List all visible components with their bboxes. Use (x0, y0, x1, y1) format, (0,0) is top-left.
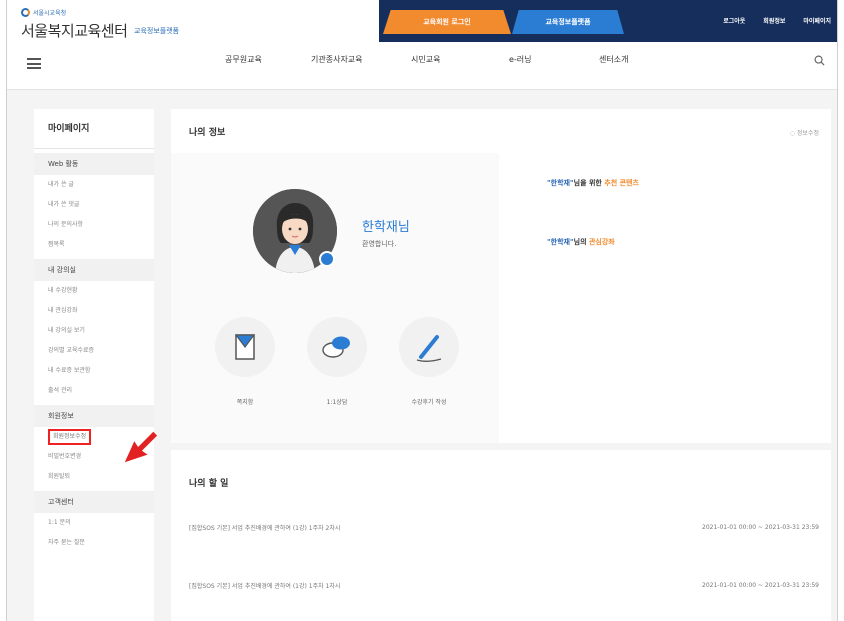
todo-row[interactable]: [집합SOS 기본] 서업 추진배경에 관하여 (1강) 1주차 2차시 202… (189, 516, 819, 538)
profile-area: 한학재님 환영합니다. 쪽지함 1:1상담 수강후기 작성 (171, 153, 499, 443)
sidebar-group-support[interactable]: 고객센터 (34, 491, 154, 513)
todo-row-date: 2021-01-01 00:00 ~ 2021-03-31 23:59 (702, 523, 819, 531)
interest-user: "한학재" (547, 238, 574, 246)
edit-info-link[interactable]: ◌ 정보수정 (790, 128, 819, 137)
todo-row-label: [집합SOS 기본] 서업 추진배경에 관하여 (1강) 1주차 1차시 (189, 582, 341, 590)
chat-bubble-icon (322, 336, 350, 358)
mypage-sidebar: 마이페이지 Web 활동 내가 쓴 글 내가 쓴 댓글 나의 문의사항 찜목록 … (34, 109, 154, 621)
recommend-area: "한학재"님을 위한 추천 콘텐츠 "한학재"님의 관심강좌 (499, 153, 831, 443)
myinfo-panel: 나의 정보 ◌ 정보수정 한학재님 환영합니다. 쪽지함 1:1상담 수강후기 … (171, 109, 831, 443)
recommend-line[interactable]: "한학재"님을 위한 추천 콘텐츠 (547, 178, 639, 188)
todo-panel: 나의 할 일 [집합SOS 기본] 서업 추진배경에 관하여 (1강) 1주차 … (171, 450, 831, 621)
interest-accent: 관심강좌 (588, 238, 615, 246)
interest-line[interactable]: "한학재"님의 관심강좌 (547, 237, 615, 247)
nav-workers[interactable]: 기관종사자교육 (311, 54, 411, 65)
quick-message-button[interactable] (215, 317, 275, 377)
sidebar-title: 마이페이지 (34, 109, 154, 149)
logo-icon (21, 8, 30, 17)
highlighted-item-label: 회원정보수정 (48, 429, 92, 445)
sidebar-group-member[interactable]: 회원정보 (34, 405, 154, 427)
recommend-accent: 추천 콘텐츠 (604, 179, 639, 187)
sidebar-item[interactable]: 내 강의실 보기 (34, 321, 154, 341)
quick-chat-button[interactable] (307, 317, 367, 377)
profile-greeting: 환영합니다. (362, 240, 397, 248)
avatar-edit-badge[interactable] (319, 251, 335, 267)
todo-row-date: 2021-01-01 00:00 ~ 2021-03-31 23:59 (702, 581, 819, 589)
search-icon[interactable] (814, 55, 825, 66)
logo-title[interactable]: 서울복지교육센터 (21, 20, 128, 41)
sidebar-item[interactable]: 내 관심강좌 (34, 301, 154, 321)
sidebar-item[interactable]: 회원탈퇴 (34, 467, 154, 487)
nav-officials[interactable]: 공무원교육 (225, 54, 311, 65)
menu-icon[interactable] (27, 58, 41, 69)
pen-icon (416, 335, 442, 362)
sidebar-item[interactable]: 내 수료증 보관함 (34, 361, 154, 381)
logo-small[interactable]: 서울시교육청 (21, 8, 66, 17)
mypage-link[interactable]: 마이페이지 (803, 16, 831, 25)
quick-label-message: 쪽지함 (236, 399, 254, 406)
nav-citizen[interactable]: 시민교육 (411, 54, 509, 65)
main-nav: 공무원교육 기관종사자교육 시민교육 e-러닝 센터소개 (225, 54, 628, 65)
todo-row-label: [집합SOS 기본] 서업 추진배경에 관하여 (1강) 1주차 2차시 (189, 524, 341, 532)
sidebar-item[interactable]: 내가 쓴 글 (34, 175, 154, 195)
recommend-user: "한학재" (547, 179, 574, 187)
edit-info-label: 정보수정 (796, 130, 819, 137)
todo-row[interactable]: [집합SOS 기본] 서업 추진배경에 관하여 (1강) 1주차 1차시 202… (189, 574, 819, 596)
profile-name: 한학재님 (362, 220, 410, 235)
quick-label-review: 수강후기 작성 (411, 399, 447, 406)
envelope-icon (234, 334, 256, 360)
logo-small-text: 서울시교육청 (33, 10, 67, 17)
todo-title: 나의 할 일 (189, 479, 229, 489)
nav-about[interactable]: 센터소개 (599, 54, 628, 65)
logout-link[interactable]: 로그아웃 (723, 16, 745, 25)
sidebar-item[interactable]: 강의별 교육수료증 (34, 341, 154, 361)
site-header: 서울시교육청 서울복지교육센터 교육정보플랫폼 교육회원 로그인 교육정보플랫폼… (7, 0, 837, 90)
sidebar-item[interactable]: 찜목록 (34, 235, 154, 255)
page-frame: 서울시교육청 서울복지교육센터 교육정보플랫폼 교육회원 로그인 교육정보플랫폼… (6, 0, 838, 621)
tab-edu-platform[interactable]: 교육정보플랫폼 (512, 10, 624, 34)
interest-mid: 님의 (573, 238, 589, 246)
quick-label-chat: 1:1상담 (326, 399, 348, 406)
settings-icon: ◌ (789, 130, 795, 137)
utility-links: 로그아웃 회원정보 마이페이지 (723, 16, 831, 25)
tab-member-login[interactable]: 교육회원 로그인 (383, 10, 511, 34)
member-info-link[interactable]: 회원정보 (763, 16, 785, 25)
sidebar-group-classroom[interactable]: 내 강의실 (34, 259, 154, 281)
logo-subtitle: 교육정보플랫폼 (134, 27, 180, 35)
nav-elearning[interactable]: e-러닝 (509, 54, 599, 65)
sidebar-item[interactable]: 나의 문의사항 (34, 215, 154, 235)
sidebar-item[interactable]: 내 수강현황 (34, 281, 154, 301)
sidebar-group-web[interactable]: Web 활동 (34, 153, 154, 175)
quick-review-button[interactable] (399, 317, 459, 377)
annotation-arrow-icon (124, 431, 158, 463)
myinfo-title: 나의 정보 (189, 128, 226, 138)
sidebar-item[interactable]: 내가 쓴 댓글 (34, 195, 154, 215)
recommend-mid: 님을 위한 (573, 179, 605, 187)
sidebar-item[interactable]: 자주 묻는 질문 (34, 533, 154, 553)
sidebar-item[interactable]: 출석 관리 (34, 381, 154, 401)
sidebar-item[interactable]: 1:1 문의 (34, 513, 154, 533)
